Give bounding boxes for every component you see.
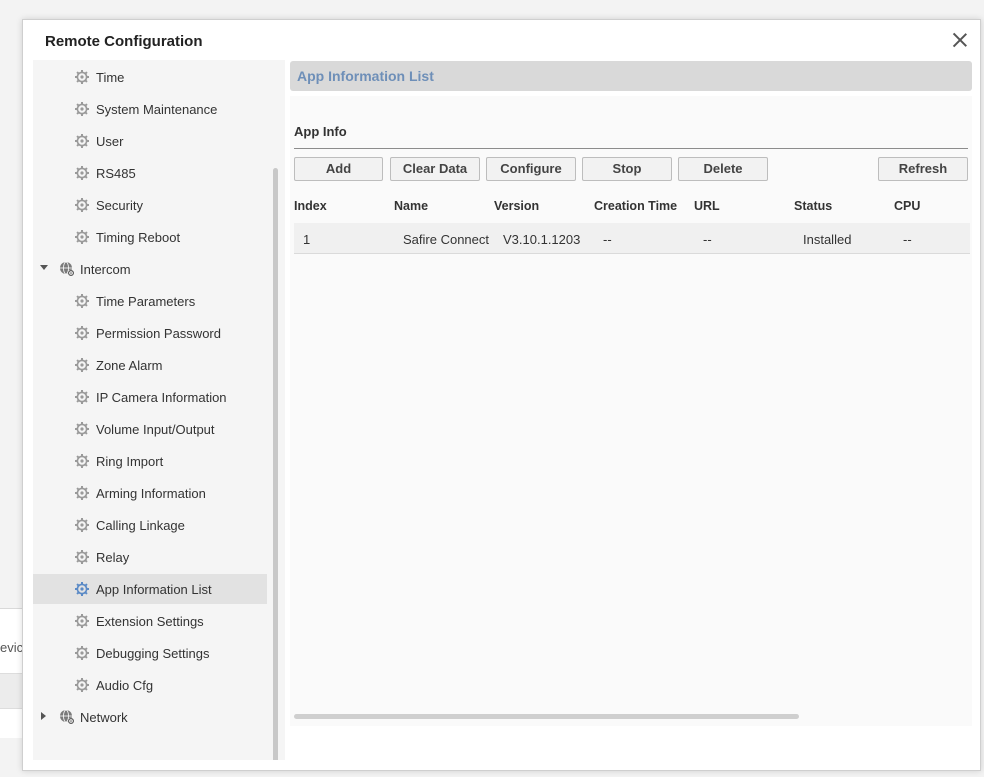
gear-icon [75,294,89,308]
table-row[interactable] [294,223,970,254]
column-header-version[interactable]: Version [494,199,539,213]
configure-button[interactable]: Configure [486,157,576,181]
gear-icon [75,198,89,212]
content-area [290,96,972,726]
sidebar-item-time[interactable]: Time [33,62,267,92]
delete-button[interactable]: Delete [678,157,768,181]
gear-icon [75,550,89,564]
sidebar-item-label: Timing Reboot [96,230,181,245]
column-header-name[interactable]: Name [394,199,428,213]
sidebar-item-label: App Information List [96,582,212,597]
cell-url: -- [703,232,712,247]
globe-gear-icon [59,261,75,277]
dialog-title: Remote Configuration [45,33,203,50]
sidebar-item-label: System Maintenance [96,102,218,117]
column-header-index[interactable]: Index [294,199,327,213]
table-horizontal-scrollbar[interactable] [294,714,799,719]
sidebar-item-label: Calling Linkage [96,518,185,533]
sidebar-item-relay[interactable]: Relay [33,542,267,572]
sidebar-item-volume-input-output[interactable]: Volume Input/Output [33,414,267,444]
sidebar-item-ip-camera-information[interactable]: IP Camera Information [33,382,267,412]
sidebar-item-ring-import[interactable]: Ring Import [33,446,267,476]
sidebar-item-rs485[interactable]: RS485 [33,158,267,188]
sidebar-item-label: IP Camera Information [96,390,227,405]
background-partial-text: evic [0,640,24,655]
sidebar-item-label: Zone Alarm [96,358,163,373]
sidebar-item-label: Time Parameters [96,294,196,309]
section-header: App Information List [290,61,972,91]
gear-icon [75,582,89,596]
gear-icon [75,326,89,340]
remote-configuration-dialog: Remote Configuration Time System Maintena… [22,19,981,771]
sidebar-item-intercom[interactable]: Intercom [33,254,267,284]
sidebar-item-label: Debugging Settings [96,646,210,661]
cell-version: V3.10.1.1203 [503,232,581,247]
sidebar-item-label: RS485 [96,166,136,181]
sidebar-item-debugging-settings[interactable]: Debugging Settings [33,638,267,668]
caret-down-icon[interactable] [40,265,48,270]
sidebar-item-label: Relay [96,550,130,565]
sidebar-item-label: Intercom [80,262,131,277]
sidebar-item-time-parameters[interactable]: Time Parameters [33,286,267,316]
sidebar-item-calling-linkage[interactable]: Calling Linkage [33,510,267,540]
column-header-creation-time[interactable]: Creation Time [594,199,677,213]
gear-icon [75,70,89,84]
cell-creation-time: -- [603,232,612,247]
column-header-url[interactable]: URL [694,199,720,213]
gear-icon [75,454,89,468]
sidebar-item-zone-alarm[interactable]: Zone Alarm [33,350,267,380]
sidebar-item-label: User [96,134,124,149]
sidebar-item-label: Time [96,70,125,85]
add-button[interactable]: Add [294,157,383,181]
cell-name: Safire Connect [403,232,489,247]
sidebar-item-audio-cfg[interactable]: Audio Cfg [33,670,267,700]
sidebar-item-system-maintenance[interactable]: System Maintenance [33,94,267,124]
sidebar-item-app-information-list[interactable]: App Information List [33,574,267,604]
refresh-button[interactable]: Refresh [878,157,968,181]
background-panel [0,608,22,738]
sidebar-item-network[interactable]: Network [33,702,267,732]
gear-icon [75,390,89,404]
caret-right-icon[interactable] [41,712,46,720]
sidebar-item-extension-settings[interactable]: Extension Settings [33,606,267,636]
column-header-status[interactable]: Status [794,199,832,213]
gear-icon [75,230,89,244]
section-title: App Information List [297,68,434,84]
gear-icon [75,646,89,660]
sidebar-item-label: Security [96,198,143,213]
gear-icon [75,166,89,180]
heading-divider [294,148,968,149]
sidebar-item-permission-password[interactable]: Permission Password [33,318,267,348]
stop-button[interactable]: Stop [582,157,672,181]
sidebar-item-label: Volume Input/Output [96,422,215,437]
globe-gear-icon [59,709,75,725]
config-tree-sidebar: Time System Maintenance User RS485 Security T… [33,60,285,760]
sidebar-item-timing-reboot[interactable]: Timing Reboot [33,222,267,252]
gear-icon [75,614,89,628]
sidebar-item-label: Extension Settings [96,614,204,629]
gear-icon [75,134,89,148]
gear-icon [75,422,89,436]
sidebar-item-arming-information[interactable]: Arming Information [33,478,267,508]
app-info-heading: App Info [294,124,347,139]
sidebar-item-label: Network [80,710,128,725]
sidebar-item-label: Permission Password [96,326,221,341]
sidebar-item-label: Arming Information [96,486,206,501]
gear-icon [75,358,89,372]
gear-icon [75,678,89,692]
sidebar-item-user[interactable]: User [33,126,267,156]
sidebar-item-security[interactable]: Security [33,190,267,220]
sidebar-item-label: Audio Cfg [96,678,154,693]
gear-icon [75,486,89,500]
close-icon[interactable] [949,29,971,51]
column-header-cpu[interactable]: CPU [894,199,920,213]
gear-icon [75,518,89,532]
clear-data-button[interactable]: Clear Data [390,157,480,181]
cell-index: 1 [303,232,311,247]
cell-cpu: -- [903,232,912,247]
sidebar-scrollbar[interactable] [273,168,278,760]
cell-status: Installed [803,232,852,247]
sidebar-item-label: Ring Import [96,454,164,469]
gear-icon [75,102,89,116]
